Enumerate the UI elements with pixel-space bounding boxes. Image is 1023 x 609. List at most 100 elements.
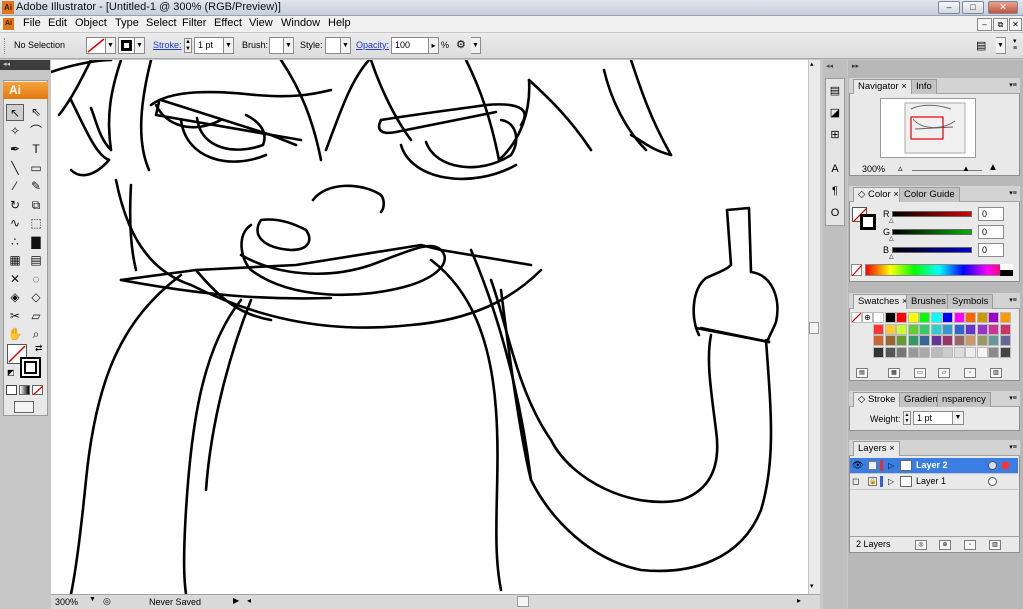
color-swatch[interactable] xyxy=(919,335,930,346)
stroke-stepper[interactable]: ▲ ▼ xyxy=(184,38,192,53)
document-icon[interactable]: Ai xyxy=(3,18,14,30)
scroll-left-icon[interactable]: ◂ xyxy=(247,596,251,605)
swatch-libraries-icon[interactable]: ▤ xyxy=(856,368,868,378)
dock-collapse-icon[interactable]: ▸▸ xyxy=(852,62,859,70)
make-clipping-mask-icon[interactable]: ◎ xyxy=(915,540,927,550)
line-tool[interactable]: ╲ xyxy=(6,160,24,177)
direct-selection-tool[interactable]: ⇖ xyxy=(27,104,45,121)
color-swatch[interactable] xyxy=(988,335,999,346)
color-swatch[interactable] xyxy=(873,312,884,323)
column-graph-tool[interactable]: ▇ xyxy=(27,234,45,251)
default-fill-stroke-icon[interactable]: ◩ xyxy=(7,368,15,377)
pencil-tool[interactable]: ✎ xyxy=(27,178,45,195)
color-stroke-indicator[interactable] xyxy=(860,214,876,230)
scale-tool[interactable]: ⧉ xyxy=(27,197,45,214)
live-paint-selection-tool[interactable]: ◇ xyxy=(27,289,45,306)
selection-tool[interactable]: ↖ xyxy=(6,104,24,121)
color-swatch[interactable] xyxy=(896,335,907,346)
tab-info[interactable]: Info xyxy=(911,79,937,94)
layer-name[interactable]: Layer 1 xyxy=(916,474,946,489)
hscroll-thumb[interactable] xyxy=(517,596,529,607)
lock-toggle-icon[interactable]: 🔒 xyxy=(868,477,877,486)
pathfinder-panel-icon[interactable]: ◪ xyxy=(828,106,842,121)
stroke-panel-menu[interactable]: ▾≡ xyxy=(1007,394,1019,403)
fill-dropdown[interactable]: ▼ xyxy=(106,37,116,54)
opentype-panel-icon[interactable]: O xyxy=(828,206,842,221)
menu-view[interactable]: View xyxy=(249,17,273,29)
channel-value-input[interactable]: 0 xyxy=(978,225,1004,239)
color-swatch[interactable] xyxy=(896,312,907,323)
color-swatch[interactable] xyxy=(884,335,896,346)
slice-tool[interactable]: ✂ xyxy=(6,308,24,325)
color-swatch[interactable] xyxy=(988,323,999,335)
layer-row[interactable]: 👁 ▷ Layer 2 xyxy=(850,458,1018,474)
gradient-tool[interactable]: ▤ xyxy=(27,252,45,269)
brush-swatch[interactable] xyxy=(269,37,284,54)
vertical-scrollbar[interactable]: ▴ ▾ xyxy=(808,60,820,594)
opacity-input[interactable]: 100 xyxy=(391,37,429,54)
expand-triangle-icon[interactable]: ▷ xyxy=(888,474,894,489)
zoom-level[interactable]: 300% xyxy=(55,597,78,607)
scroll-down-icon[interactable]: ▾ xyxy=(810,582,814,590)
color-swatch[interactable] xyxy=(896,323,907,335)
color-swatch[interactable] xyxy=(976,346,988,358)
blend-tool[interactable]: ◌ xyxy=(27,271,45,288)
color-swatch[interactable] xyxy=(907,312,919,323)
channel-slider[interactable] xyxy=(892,247,972,253)
color-swatch[interactable] xyxy=(873,335,884,346)
menu-help[interactable]: Help xyxy=(328,17,351,29)
tab-navigator[interactable]: Navigator × xyxy=(853,79,912,94)
zoom-tool[interactable]: ⌕ xyxy=(27,326,45,343)
free-transform-tool[interactable]: ⬚ xyxy=(27,215,45,232)
close-button[interactable]: ✕ xyxy=(988,1,1018,14)
scroll-right-icon[interactable]: ▸ xyxy=(797,596,801,605)
status-menu-arrow[interactable]: ▶ xyxy=(233,596,239,605)
slider-thumb-icon[interactable]: △ xyxy=(889,235,894,242)
zoom-dropdown[interactable]: ▼ xyxy=(89,596,96,603)
pen-tool[interactable]: ✒ xyxy=(6,141,24,158)
color-mode-button[interactable] xyxy=(6,385,17,395)
color-swatch[interactable] xyxy=(907,335,919,346)
artwork-drawing[interactable] xyxy=(51,60,808,594)
swatches-panel-menu[interactable]: ▾≡ xyxy=(1007,296,1019,305)
rectangle-tool[interactable]: ▭ xyxy=(27,160,45,177)
paragraph-panel-icon[interactable]: ¶ xyxy=(828,184,842,199)
color-swatch[interactable] xyxy=(999,346,1011,358)
none-swatch[interactable] xyxy=(851,312,862,323)
color-swatch[interactable] xyxy=(942,323,953,335)
tools-collapse-bar[interactable]: ◂◂ xyxy=(0,60,50,70)
channel-value-input[interactable]: 0 xyxy=(978,243,1004,257)
color-swatch[interactable] xyxy=(965,323,976,335)
new-swatch-icon[interactable]: ▫ xyxy=(964,368,976,378)
zoom-in-icon[interactable]: ▲ xyxy=(988,162,998,173)
warp-tool[interactable]: ∿ xyxy=(6,215,24,232)
menu-filter[interactable]: Filter xyxy=(182,17,206,29)
eyedropper-tool[interactable]: ✕ xyxy=(6,271,24,288)
weight-input[interactable]: 1 pt xyxy=(913,411,953,425)
paintbrush-tool[interactable]: ⁄ xyxy=(6,178,24,195)
visibility-eye-icon[interactable]: 👁 xyxy=(852,458,863,473)
hand-tool[interactable]: ✋ xyxy=(6,326,24,343)
transform-panel-icon[interactable]: ⊞ xyxy=(828,128,842,143)
stroke-weight-input[interactable]: 1 pt xyxy=(194,37,224,54)
gradient-mode-button[interactable] xyxy=(19,385,30,395)
scroll-thumb[interactable] xyxy=(809,322,819,334)
tab-swatches[interactable]: Swatches × xyxy=(853,294,913,309)
registration-swatch[interactable]: ⊕ xyxy=(862,312,873,323)
style-dropdown[interactable]: ▼ xyxy=(341,37,351,54)
lasso-tool[interactable]: ⌒ xyxy=(27,123,45,140)
new-color-group-icon[interactable]: ▱ xyxy=(938,368,950,378)
symbol-sprayer-tool[interactable]: ∴ xyxy=(6,234,24,251)
weight-stepper[interactable]: ▲ ▼ xyxy=(903,411,911,425)
tab-color[interactable]: ◇ Color × xyxy=(853,187,904,202)
target-circle-icon[interactable] xyxy=(988,461,997,470)
color-swatch[interactable] xyxy=(953,335,965,346)
color-swatch[interactable] xyxy=(965,346,976,358)
fill-swatch[interactable] xyxy=(86,37,106,54)
tab-color-guide[interactable]: Color Guide xyxy=(899,187,960,202)
expand-icon[interactable]: ◂◂ xyxy=(826,62,833,70)
layer-name[interactable]: Layer 2 xyxy=(916,458,948,473)
none-color-button[interactable] xyxy=(851,264,863,277)
style-swatch[interactable] xyxy=(325,37,341,54)
color-swatch[interactable] xyxy=(907,323,919,335)
